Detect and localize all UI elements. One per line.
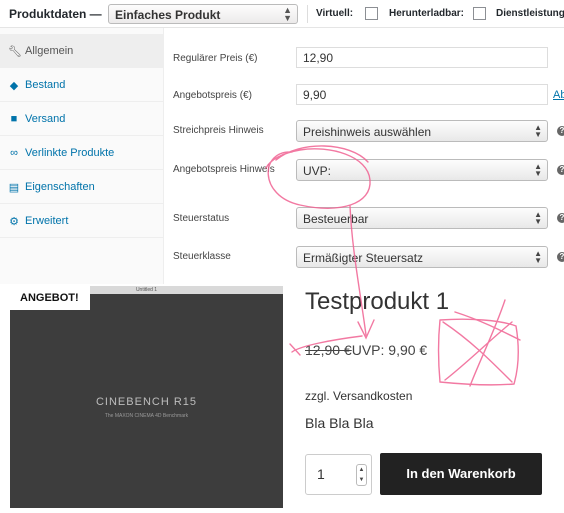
- tab-label: Erweitert: [25, 215, 69, 227]
- sale-badge: ANGEBOT!: [10, 286, 90, 310]
- select-arrows-icon: ▲ ▼: [283, 5, 292, 23]
- truck-icon: ■: [10, 113, 18, 125]
- product-title: Testprodukt 1: [305, 288, 450, 315]
- shipping-note[interactable]: zzgl. Versandkosten: [305, 389, 412, 403]
- strike-price-hint-select[interactable]: Preishinweis auswählen ▲ ▼: [296, 120, 548, 142]
- header-divider: [307, 5, 308, 23]
- image-title: CINEBENCH R15: [95, 396, 198, 408]
- tax-status-label: Steuerstatus: [173, 213, 230, 224]
- product-type-select[interactable]: Einfaches Produkt ▲ ▼: [108, 4, 298, 24]
- product-image[interactable]: Untitled 1 CINEBENCH R15 The MAXON CINEM…: [10, 286, 283, 508]
- help-icon[interactable]: ?: [557, 252, 564, 262]
- tab-label: Bestand: [25, 79, 66, 91]
- stepper-arrows-icon[interactable]: ▲ ▼: [356, 464, 367, 486]
- quantity-stepper[interactable]: 1 ▲ ▼: [305, 454, 372, 495]
- cross-scribble-right: [454, 299, 521, 387]
- product-price: 12,90 €UVP: 9,90 €: [305, 342, 427, 358]
- tax-class-label: Steuerklasse: [173, 251, 231, 262]
- quantity-value: 1: [317, 466, 325, 482]
- list-icon: ▤: [8, 182, 20, 194]
- tab-label: Verlinkte Produkte: [25, 147, 115, 159]
- virtual-label: Virtuell:: [316, 8, 354, 19]
- help-icon[interactable]: ?: [557, 165, 564, 175]
- help-icon[interactable]: ?: [557, 126, 564, 136]
- schedule-sale-link[interactable]: Ab: [553, 89, 564, 101]
- add-to-cart-button[interactable]: In den Warenkorb: [380, 453, 542, 495]
- tab-label: Allgemein: [25, 45, 74, 57]
- select-arrows-icon: ▲ ▼: [534, 162, 542, 178]
- tax-status-select[interactable]: Besteuerbar ▲ ▼: [296, 207, 548, 229]
- select-arrows-icon: ▲ ▼: [534, 210, 542, 226]
- downloadable-checkbox[interactable]: [473, 7, 486, 20]
- product-data-header: Produktdaten — Einfaches Produkt ▲ ▼ Virt…: [0, 0, 564, 28]
- tax-status-value: Besteuerbar: [303, 212, 369, 226]
- sale-price-hint-label: Angebotspreis Hinweis: [173, 164, 275, 175]
- regular-price-input[interactable]: 12,90: [296, 47, 548, 68]
- old-price: 12,90 €: [305, 342, 352, 358]
- tab-allgemein[interactable]: 🔧︎ Allgemein: [0, 34, 164, 68]
- sale-price-label: Angebotspreis (€): [173, 90, 252, 101]
- tab-bestand[interactable]: ◆ Bestand: [0, 68, 164, 102]
- tab-eigenschaften[interactable]: ▤ Eigenschaften: [0, 170, 164, 204]
- gear-icon: ⚙: [9, 216, 19, 228]
- link-icon: ∞: [10, 147, 18, 159]
- sale-price-hint-value: UVP:: [303, 164, 332, 178]
- tag-icon: ◆: [9, 80, 19, 92]
- select-arrows-icon: ▲ ▼: [534, 249, 542, 265]
- short-description: Bla Bla Bla: [305, 415, 374, 431]
- product-data-tabs: 🔧︎ Allgemein ◆ Bestand ■ Versand ∞ Verli…: [0, 28, 164, 284]
- new-price: UVP: 9,90 €: [351, 342, 428, 358]
- help-icon[interactable]: ?: [557, 213, 564, 223]
- tab-verlinkte-produkte[interactable]: ∞ Verlinkte Produkte: [0, 136, 164, 170]
- service-label: Dienstleistung: [496, 8, 564, 19]
- tab-erweitert[interactable]: ⚙ Erweitert: [0, 204, 164, 238]
- sale-price-hint-select[interactable]: UVP: ▲ ▼: [296, 159, 548, 181]
- strike-price-hint-value: Preishinweis auswählen: [303, 125, 432, 139]
- image-subtitle: The MAXON CINEMA 4D Benchmark: [104, 413, 189, 419]
- regular-price-label: Regulärer Preis (€): [173, 53, 258, 64]
- wrench-icon: 🔧︎: [8, 46, 22, 58]
- tab-label: Versand: [25, 113, 66, 125]
- tab-versand[interactable]: ■ Versand: [0, 102, 164, 136]
- tab-label: Eigenschaften: [25, 181, 95, 193]
- select-arrows-icon: ▲ ▼: [534, 123, 542, 139]
- cross-scribble-left: [437, 318, 519, 386]
- product-data-title: Produktdaten —: [9, 7, 102, 21]
- product-type-value: Einfaches Produkt: [115, 8, 221, 22]
- tax-class-select[interactable]: Ermäßigter Steuersatz ▲ ▼: [296, 246, 548, 268]
- virtual-checkbox[interactable]: [365, 7, 378, 20]
- sale-price-input[interactable]: 9,90: [296, 84, 548, 105]
- tax-class-value: Ermäßigter Steuersatz: [303, 251, 424, 265]
- strike-price-hint-label: Streichpreis Hinweis: [173, 125, 264, 136]
- downloadable-label: Herunterladbar:: [389, 8, 465, 19]
